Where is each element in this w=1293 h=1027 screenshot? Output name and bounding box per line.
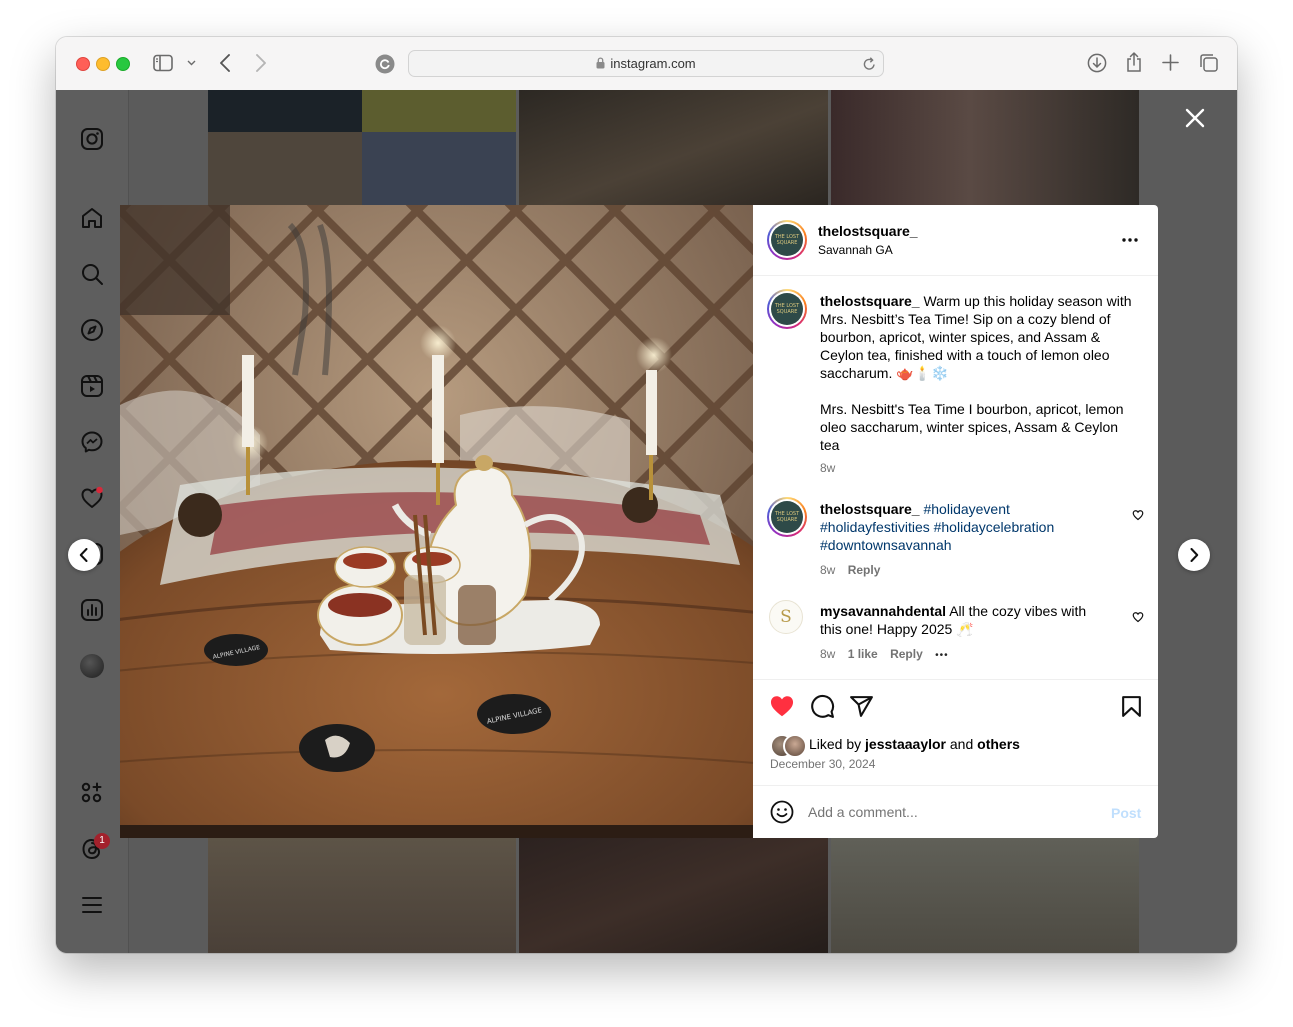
lock-icon bbox=[596, 57, 605, 69]
downloads-icon[interactable] bbox=[1087, 53, 1107, 73]
post-date[interactable]: December 30, 2024 bbox=[770, 757, 875, 771]
chevron-right-icon bbox=[1190, 548, 1199, 562]
comment-username[interactable]: mysavannahdental bbox=[820, 603, 946, 619]
url-label: instagram.com bbox=[610, 56, 696, 71]
comment-item: thelostsquare_ #holidayevent #holidayfes… bbox=[820, 500, 1080, 554]
tab-overview-icon[interactable] bbox=[1199, 53, 1219, 73]
liked-by-others[interactable]: others bbox=[977, 736, 1020, 752]
like-comment-heart-icon[interactable] bbox=[1132, 509, 1144, 521]
chevron-left-icon bbox=[79, 548, 88, 562]
comment-more-button[interactable]: ••• bbox=[935, 650, 949, 661]
grid-post-tile[interactable] bbox=[519, 838, 828, 953]
comment-meta: 8w 1 like Reply ••• bbox=[820, 647, 949, 661]
avatar-logo-text: THE LOST SQUARE bbox=[771, 501, 803, 533]
back-icon[interactable] bbox=[219, 54, 231, 72]
left-sidebar: 1 bbox=[56, 90, 129, 953]
grid-post-tile[interactable] bbox=[208, 90, 362, 132]
like-comment-heart-icon[interactable] bbox=[1132, 611, 1144, 623]
site-favicon-icon bbox=[375, 54, 395, 74]
previous-post-button[interactable] bbox=[68, 539, 100, 571]
menu-icon[interactable] bbox=[80, 893, 104, 917]
liked-by-and: and bbox=[949, 736, 974, 752]
heart-icon[interactable] bbox=[80, 486, 104, 510]
close-window-button[interactable] bbox=[76, 57, 90, 71]
liked-by-text: Liked by jesstaaaylor and others bbox=[809, 735, 1020, 753]
share-page-icon[interactable] bbox=[1125, 51, 1143, 73]
home-icon[interactable] bbox=[80, 206, 104, 230]
author-avatar[interactable]: THE LOST SQUARE bbox=[767, 220, 807, 260]
close-icon[interactable] bbox=[1185, 108, 1205, 128]
liker-avatar[interactable] bbox=[783, 734, 807, 758]
reply-button[interactable]: Reply bbox=[890, 647, 923, 661]
meta-apps-icon[interactable] bbox=[80, 781, 104, 805]
liked-by-user[interactable]: jesstaaaylor bbox=[865, 736, 946, 752]
comment-username[interactable]: thelostsquare_ bbox=[820, 501, 920, 517]
next-post-button[interactable] bbox=[1178, 539, 1210, 571]
post-location[interactable]: Savannah GA bbox=[818, 243, 893, 257]
post-image[interactable]: ALPINE VILLAGE ALPINE VILLAGE bbox=[120, 205, 753, 838]
comment-input[interactable] bbox=[808, 802, 1088, 822]
author-username[interactable]: thelostsquare_ bbox=[818, 223, 918, 239]
address-bar[interactable]: instagram.com bbox=[408, 50, 884, 77]
explore-icon[interactable] bbox=[80, 318, 104, 342]
caption-avatar[interactable]: THE LOST SQUARE bbox=[767, 289, 807, 329]
avatar-logo-text: THE LOST SQUARE bbox=[771, 224, 803, 256]
divider bbox=[753, 785, 1158, 786]
post-photo-illustration: ALPINE VILLAGE ALPINE VILLAGE bbox=[120, 205, 753, 838]
comment-likes[interactable]: 1 like bbox=[848, 647, 878, 661]
threads-notification-badge: 1 bbox=[94, 833, 110, 849]
minimize-window-button[interactable] bbox=[96, 57, 110, 71]
forward-icon[interactable] bbox=[255, 54, 267, 72]
share-icon[interactable] bbox=[849, 694, 874, 719]
grid-post-tile[interactable] bbox=[519, 90, 828, 206]
dashboard-icon[interactable] bbox=[80, 598, 104, 622]
comment-item: mysavannahdental All the cozy vibes with… bbox=[820, 602, 1110, 638]
post-header: THE LOST SQUARE thelostsquare_ Savannah … bbox=[753, 205, 1158, 276]
emoji-icon[interactable] bbox=[770, 800, 794, 824]
reels-icon[interactable] bbox=[80, 374, 104, 398]
messenger-icon[interactable] bbox=[80, 430, 104, 454]
comment-avatar[interactable]: S bbox=[769, 600, 803, 634]
grid-post-tile[interactable] bbox=[831, 90, 1139, 206]
reply-button[interactable]: Reply bbox=[848, 563, 881, 577]
post-detail-panel: THE LOST SQUARE thelostsquare_ Savannah … bbox=[753, 205, 1158, 838]
post-comment-button[interactable]: Post bbox=[1111, 805, 1141, 821]
sidebar-toggle-icon[interactable] bbox=[153, 54, 173, 72]
grid-post-tile[interactable] bbox=[208, 838, 516, 953]
profile-avatar[interactable] bbox=[80, 654, 104, 678]
instagram-icon[interactable] bbox=[80, 127, 104, 151]
zoom-window-button[interactable] bbox=[116, 57, 130, 71]
comment-avatar[interactable]: THE LOST SQUARE bbox=[767, 497, 807, 537]
notification-dot bbox=[96, 486, 103, 494]
liked-by-prefix: Liked by bbox=[809, 736, 862, 752]
browser-window: instagram.com 1 ALPINE VILLAGE ALPINE VI… bbox=[56, 37, 1237, 953]
comment-meta: 8w Reply bbox=[820, 563, 880, 577]
like-heart-icon[interactable] bbox=[769, 693, 795, 719]
browser-toolbar: instagram.com bbox=[56, 37, 1237, 91]
divider bbox=[753, 679, 1158, 680]
caption: thelostsquare_ Warm up this holiday seas… bbox=[820, 292, 1138, 382]
grid-post-tile[interactable] bbox=[831, 838, 1139, 953]
avatar-logo-text: THE LOST SQUARE bbox=[771, 293, 803, 325]
grid-post-tile[interactable] bbox=[208, 132, 362, 206]
comment-timestamp[interactable]: 8w bbox=[820, 563, 835, 577]
more-icon[interactable] bbox=[1121, 237, 1139, 243]
new-tab-icon[interactable] bbox=[1162, 54, 1179, 71]
save-icon[interactable] bbox=[1119, 694, 1144, 719]
reload-icon[interactable] bbox=[863, 57, 876, 71]
chevron-down-icon[interactable] bbox=[187, 60, 196, 66]
caption-timestamp[interactable]: 8w bbox=[820, 461, 835, 475]
caption-text-2: Mrs. Nesbitt's Tea Time I bourbon, apric… bbox=[820, 401, 1124, 453]
comment-icon[interactable] bbox=[810, 694, 835, 719]
caption-username[interactable]: thelostsquare_ bbox=[820, 293, 920, 309]
comment-timestamp[interactable]: 8w bbox=[820, 647, 835, 661]
grid-post-tile[interactable] bbox=[362, 90, 516, 132]
search-icon[interactable] bbox=[80, 262, 104, 286]
url-text: instagram.com bbox=[409, 56, 883, 71]
page-content: 1 ALPINE VILLAGE ALPINE VILLAGE THE LOST… bbox=[56, 90, 1237, 953]
grid-post-tile[interactable] bbox=[362, 132, 516, 206]
